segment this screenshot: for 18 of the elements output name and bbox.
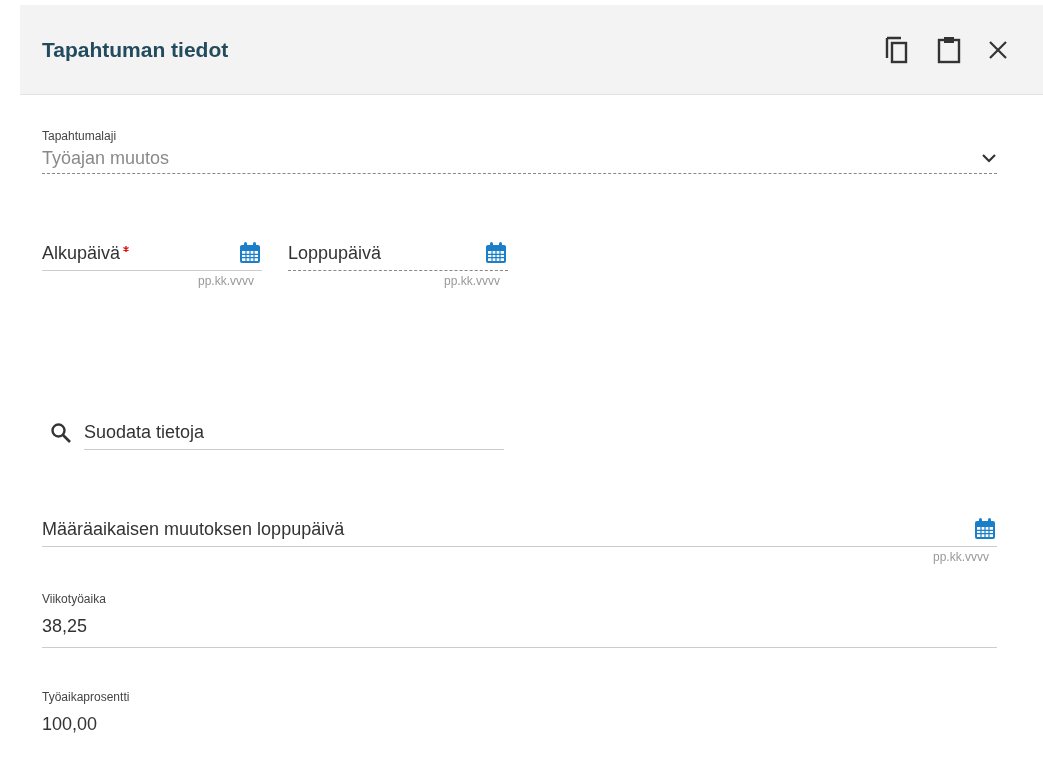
date-format-hint: pp.kk.vvvv bbox=[198, 274, 254, 288]
value-field[interactable]: 100,00 bbox=[42, 714, 997, 745]
date-format-hint: pp.kk.vvvv bbox=[444, 274, 500, 288]
calendar-icon[interactable] bbox=[973, 517, 997, 541]
calendar-icon[interactable] bbox=[238, 241, 262, 265]
date-field[interactable]: Määräaikaisen muutoksen loppupäivä bbox=[42, 512, 997, 547]
chevron-down-icon bbox=[981, 153, 997, 163]
value-field[interactable]: 38,25 bbox=[42, 616, 997, 648]
search-icon bbox=[50, 422, 72, 444]
close-icon[interactable] bbox=[987, 38, 1009, 61]
date-field[interactable]: Alkupäivä bbox=[42, 236, 262, 271]
field-label: Työaikaprosentti bbox=[42, 690, 130, 704]
field-label: Tapahtumalaji bbox=[42, 129, 118, 143]
field-label: Viikotyöaika bbox=[42, 592, 106, 606]
clipboard-icon[interactable] bbox=[935, 34, 963, 65]
date-format-hint: pp.kk.vvvv bbox=[933, 550, 989, 564]
dialog-title: Tapahtuman tiedot bbox=[42, 37, 230, 62]
required-mark-icon bbox=[123, 245, 130, 252]
